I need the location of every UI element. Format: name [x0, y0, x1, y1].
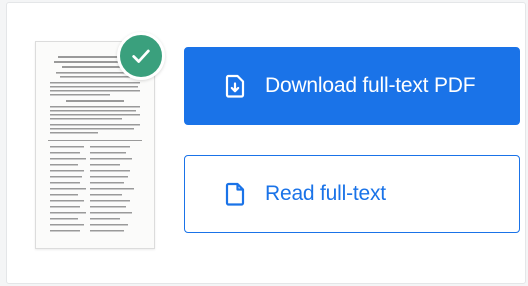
download-pdf-button[interactable]: Download full-text PDF	[184, 47, 520, 125]
file-icon	[225, 182, 245, 206]
check-icon	[132, 49, 150, 63]
read-fulltext-button[interactable]: Read full-text	[184, 155, 520, 233]
download-pdf-label: Download full-text PDF	[265, 74, 476, 97]
read-fulltext-label: Read full-text	[265, 182, 386, 205]
fulltext-card: Download full-text PDF Read full-text	[6, 2, 526, 284]
file-download-icon	[225, 74, 245, 98]
available-badge	[117, 32, 165, 80]
